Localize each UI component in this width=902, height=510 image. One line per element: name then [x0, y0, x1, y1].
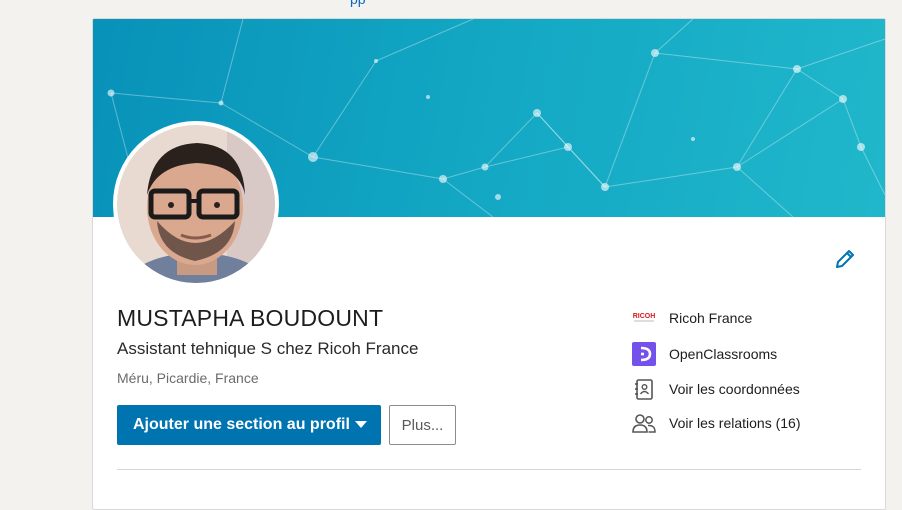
- more-button[interactable]: Plus...: [389, 405, 456, 445]
- avatar-photo: [117, 125, 275, 283]
- add-profile-section-button[interactable]: Ajouter une section au profil: [117, 405, 381, 445]
- side-item-connections[interactable]: Voir les relations (16): [631, 410, 801, 436]
- svg-text:RICOH: RICOH: [633, 313, 656, 320]
- top-nav-link-fragment[interactable]: pp: [350, 0, 366, 7]
- side-item-contact-info[interactable]: Voir les coordonnées: [631, 376, 800, 402]
- side-item-ricoh-france[interactable]: RICOH Ricoh France: [631, 305, 753, 331]
- openclassrooms-logo-icon: [631, 341, 657, 367]
- side-item-label: Voir les relations (16): [669, 415, 801, 431]
- add-profile-section-label: Ajouter une section au profil: [133, 416, 350, 433]
- side-item-label: OpenClassrooms: [669, 346, 778, 362]
- people-icon: [631, 410, 657, 436]
- ricoh-logo-icon: RICOH: [631, 305, 657, 331]
- side-item-openclassrooms[interactable]: OpenClassrooms: [631, 341, 777, 367]
- side-item-label: Ricoh France: [669, 310, 753, 326]
- caret-down-icon: [355, 421, 367, 428]
- profile-avatar[interactable]: [117, 125, 275, 283]
- profile-card: MUSTAPHA BOUDOUNT Assistant tehnique S c…: [92, 18, 886, 510]
- profile-name: MUSTAPHA BOUDOUNT: [117, 305, 384, 331]
- side-item-label: Voir les coordonnées: [669, 381, 800, 397]
- section-divider: [117, 469, 861, 470]
- contact-card-icon: [631, 376, 657, 402]
- profile-headline: Assistant tehnique S chez Ricoh France: [117, 339, 419, 358]
- profile-location: Méru, Picardie, France: [117, 370, 259, 386]
- edit-pencil-icon[interactable]: [833, 247, 857, 271]
